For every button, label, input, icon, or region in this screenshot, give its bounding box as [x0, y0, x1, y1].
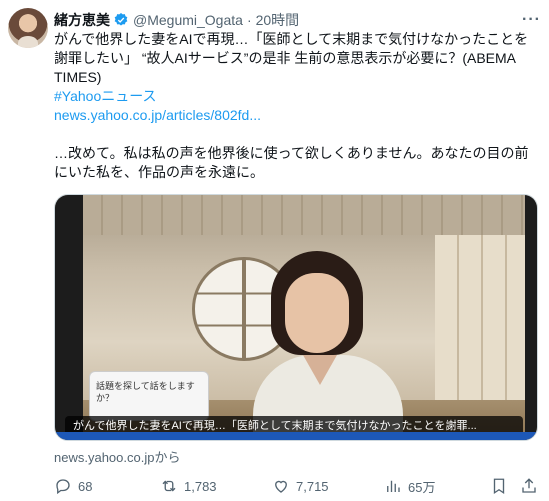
- author-handle[interactable]: @Megumi_Ogata: [133, 12, 243, 28]
- ceiling: [83, 195, 525, 235]
- link-card-image[interactable]: 話題を探して話をしますか？ がんで他界した妻をAIで再現…「医師として末期まで気…: [54, 194, 538, 441]
- tweet[interactable]: 緒方恵美 @Megumi_Ogata · 20時間 ··· がんで他界した妻をA…: [0, 0, 549, 501]
- letterbox-right: [525, 195, 537, 440]
- views-button[interactable]: 65万: [384, 477, 435, 496]
- speech-bubble: 話題を探して話をしますか？: [89, 371, 209, 421]
- shoji-wall: [435, 235, 525, 405]
- verified-badge-icon: [114, 13, 128, 26]
- repost-count: 1,783: [184, 478, 217, 494]
- views-count: 65万: [408, 479, 436, 495]
- views-chart-icon: [387, 480, 400, 492]
- letterbox-left: [55, 195, 83, 440]
- reply-button[interactable]: 68: [54, 477, 92, 495]
- face: [285, 273, 349, 353]
- author-name[interactable]: 緒方恵美: [54, 10, 110, 30]
- person-figure: [253, 251, 403, 440]
- tweet-time[interactable]: 20時間: [256, 10, 300, 30]
- hashtag-link[interactable]: #Yahooニュース: [54, 87, 536, 106]
- tweet-header: 緒方恵美 @Megumi_Ogata · 20時間 ···: [54, 9, 541, 31]
- bookmark-button[interactable]: [490, 477, 508, 495]
- tweet-comment: …改めて。私は私の声を他界後に使って欲しくありません。あなたの目の前にいた私を、…: [54, 145, 529, 180]
- like-button[interactable]: 7,715: [272, 477, 329, 495]
- repost-icon: [162, 480, 176, 492]
- bookmark-icon: [493, 478, 505, 495]
- more-horizontal-icon[interactable]: ···: [522, 11, 541, 29]
- tweet-text: がんで他界した妻をAIで再現…「医師として末期まで気付けなかったことを謝罪したい…: [54, 31, 529, 85]
- news-video-thumbnail: 話題を探して話をしますか？: [55, 195, 537, 440]
- share-button[interactable]: [520, 477, 538, 495]
- tweet-body: がんで他界した妻をAIで再現…「医師として末期まで気付けなかったことを謝罪したい…: [54, 30, 536, 182]
- news-banner: [55, 432, 537, 440]
- heart-icon: [275, 480, 287, 493]
- action-bar: 68 1,783 7,715 65万: [54, 474, 538, 498]
- avatar[interactable]: [8, 8, 48, 48]
- link-source[interactable]: news.yahoo.co.jpから: [54, 447, 180, 466]
- share-icon: [522, 478, 536, 493]
- like-count: 7,715: [296, 478, 329, 494]
- separator-dot: ·: [246, 12, 252, 28]
- reply-count: 68: [78, 478, 93, 494]
- reply-icon: [56, 479, 70, 495]
- article-link[interactable]: news.yahoo.co.jp/articles/802fd...: [54, 106, 536, 125]
- repost-button[interactable]: 1,783: [160, 477, 217, 495]
